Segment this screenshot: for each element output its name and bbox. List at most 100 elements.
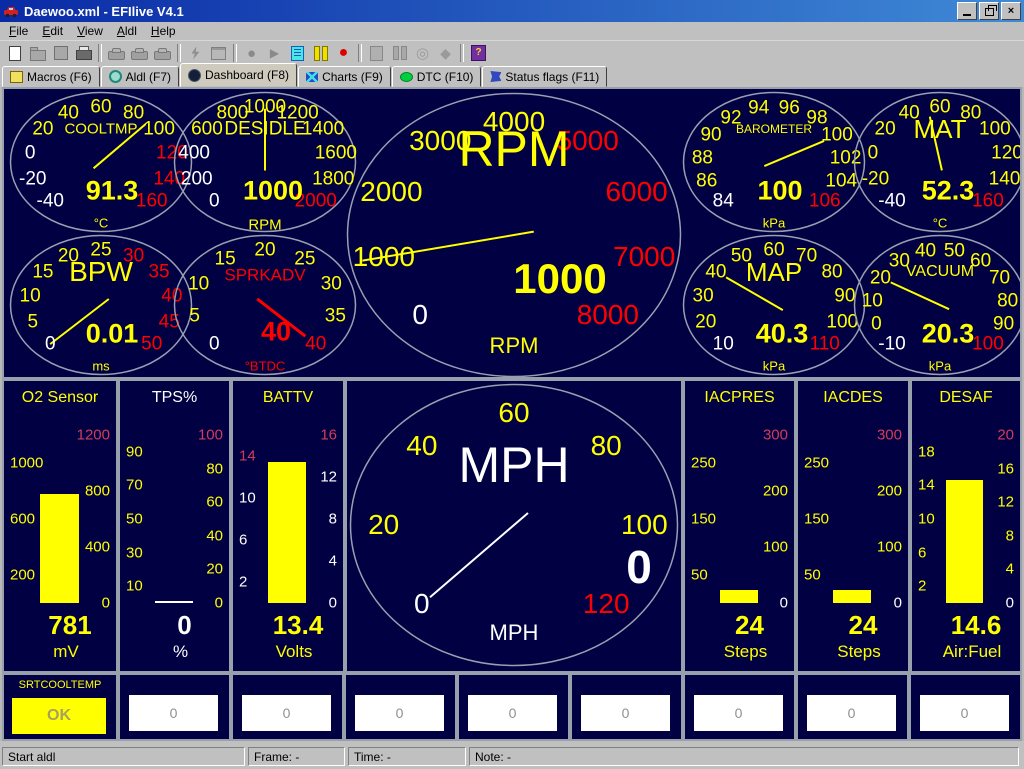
watch-cell-value[interactable]: 0 xyxy=(581,695,670,731)
gauge-tick: -40 xyxy=(878,192,905,211)
car-clear-button[interactable] xyxy=(151,43,174,64)
car-save-button[interactable] xyxy=(128,43,151,64)
status-frame: Frame: - xyxy=(248,747,345,766)
play-icon: ▶ xyxy=(270,47,279,59)
watch-cell-value[interactable]: 0 xyxy=(807,695,896,731)
car-connect-button[interactable] xyxy=(105,43,128,64)
tab-dtc-f10[interactable]: DTC (F10) xyxy=(392,66,482,87)
bar-tick: 2 xyxy=(239,575,247,590)
properties-icon xyxy=(211,47,226,60)
restore-button[interactable] xyxy=(979,2,999,20)
watch-cell-value[interactable]: 0 xyxy=(694,695,783,731)
gauge-tick: 0 xyxy=(209,192,220,211)
pause-button[interactable] xyxy=(309,43,332,64)
target-button[interactable]: ◎ xyxy=(411,43,434,64)
record-icon: ● xyxy=(339,45,349,61)
toolbar-separator xyxy=(177,44,181,62)
gauge-tick: 100 xyxy=(821,126,853,145)
gauge-needle xyxy=(430,513,528,597)
gauge-value: 0 xyxy=(626,544,652,590)
gauge-value: 0.01 xyxy=(86,321,139,348)
bar-tick: 0 xyxy=(329,596,337,611)
bar-gauge-panel-tps: TPS%01020304050607080901000% xyxy=(118,379,231,673)
close-button[interactable]: × xyxy=(1001,2,1021,20)
tab-label: Dashboard (F8) xyxy=(205,68,289,82)
bar-gauge-unit: Steps xyxy=(697,643,794,660)
watch-cell-value[interactable]: 0 xyxy=(468,695,557,731)
gauge-unit: °BTDC xyxy=(245,360,286,373)
gauge-tick: 1400 xyxy=(302,120,344,139)
bar-tick: 16 xyxy=(320,428,337,443)
tab-charts-f9[interactable]: Charts (F9) xyxy=(298,66,391,87)
tab-dashboard-f8[interactable]: Dashboard (F8) xyxy=(180,63,297,87)
gauge-tick: 100 xyxy=(979,120,1011,139)
gauge-tick: 60 xyxy=(498,399,529,427)
gauge-mat: -40-20020406080100120140160MAT52.3°C xyxy=(853,91,1022,233)
charts-icon xyxy=(306,72,318,82)
gauge-unit: MPH xyxy=(490,622,539,644)
gauge-unit: RPM xyxy=(248,218,281,233)
menu-file[interactable]: File xyxy=(2,23,35,39)
gauge-value: 40.3 xyxy=(756,321,809,348)
watch-cell-value[interactable]: 0 xyxy=(355,695,444,731)
gauge-tick: 88 xyxy=(692,149,713,168)
menu-edit[interactable]: Edit xyxy=(35,23,70,39)
view-log-button[interactable] xyxy=(286,43,309,64)
gauge-title: SPRKADV xyxy=(224,267,305,284)
watch-cell-value[interactable]: 0 xyxy=(129,695,218,731)
gauge-tick: 0 xyxy=(45,335,56,354)
bar-tick: 10 xyxy=(918,512,935,527)
gauge-tick: 160 xyxy=(972,192,1004,211)
gauge-title: MPH xyxy=(458,440,569,490)
gauge-value: 40 xyxy=(261,319,291,346)
tab-macros-f6[interactable]: Macros (F6) xyxy=(2,66,100,87)
print-button[interactable] xyxy=(72,43,95,64)
properties-button[interactable] xyxy=(207,43,230,64)
watch-cell-status[interactable]: OK xyxy=(12,698,106,734)
gauge-tick: -20 xyxy=(862,170,889,189)
menu-view[interactable]: View xyxy=(70,23,110,39)
tab-status-flags-f11[interactable]: Status flags (F11) xyxy=(482,66,607,87)
gauge-tick: 100 xyxy=(621,511,668,539)
watch-cell-value[interactable]: 0 xyxy=(920,695,1009,731)
play-button[interactable]: ▶ xyxy=(263,43,286,64)
menu-aldl[interactable]: Aldl xyxy=(110,23,144,39)
record-button[interactable]: ● xyxy=(332,43,355,64)
bar-gauge-bar xyxy=(946,480,983,603)
send-diamond-icon: ◆ xyxy=(440,46,451,60)
gauge-tick: 40 xyxy=(58,103,79,122)
lightning-button[interactable] xyxy=(184,43,207,64)
bar-gauge-bar xyxy=(833,590,871,603)
send-diamond-button[interactable]: ◆ xyxy=(434,43,457,64)
tab-label: Status flags (F11) xyxy=(505,70,599,84)
page-view-button[interactable] xyxy=(365,43,388,64)
gauge-cooltmp: -40-20020406080100120140160COOLTMP91.3°C xyxy=(9,91,193,233)
bar-tick: 10 xyxy=(126,579,143,594)
gauge-tick: 15 xyxy=(32,263,53,282)
watch-cell-2: 0 xyxy=(118,673,231,741)
gauge-desidle: 0200400600800100012001400160018002000DES… xyxy=(173,91,357,233)
bar-tick: 100 xyxy=(763,540,788,555)
minimize-button[interactable] xyxy=(957,2,977,20)
bar-tick: 200 xyxy=(877,484,902,499)
watch-cell-9: 0 xyxy=(909,673,1022,741)
monitor-stop-button[interactable]: ● xyxy=(240,43,263,64)
help-button[interactable]: ? xyxy=(467,43,490,64)
status-note: Note: - xyxy=(469,747,1019,766)
open-file-button[interactable] xyxy=(26,43,49,64)
tab-aldl-f7[interactable]: Aldl (F7) xyxy=(101,66,179,87)
gauge-tick: 70 xyxy=(989,269,1010,288)
watch-cell-7: 0 xyxy=(683,673,796,741)
bar-gauge-unit: mV xyxy=(16,643,116,660)
bar-tick: 250 xyxy=(804,456,829,471)
bar-tick: 70 xyxy=(126,478,143,493)
menu-help[interactable]: Help xyxy=(144,23,183,39)
save-file-button[interactable] xyxy=(49,43,72,64)
bar-gauge-value: 781 xyxy=(26,612,114,638)
new-document-button[interactable] xyxy=(3,43,26,64)
toolbar: ● ▶ ● ◎ ◆? xyxy=(0,41,1024,65)
frame-pause-button[interactable] xyxy=(388,43,411,64)
car-connect-icon xyxy=(108,51,125,60)
watch-cell-value[interactable]: 0 xyxy=(242,695,331,731)
gauge-tick: 5 xyxy=(27,313,38,332)
